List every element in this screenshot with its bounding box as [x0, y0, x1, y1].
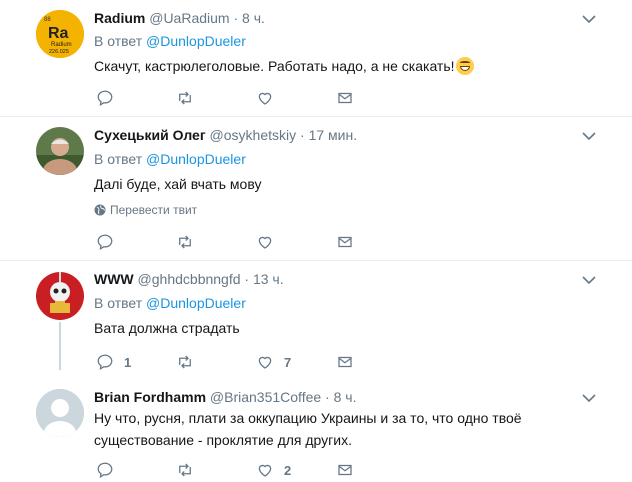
radium-element-icon: 88 Ra Radium 226.025 — [36, 10, 84, 58]
tweet-actions — [96, 88, 366, 108]
like-button[interactable]: 7 — [256, 352, 291, 372]
like-button[interactable] — [256, 88, 284, 108]
separator-dot: · — [300, 127, 305, 143]
separator-dot: · — [233, 10, 239, 26]
retweet-icon — [179, 235, 191, 249]
direct-message-button[interactable] — [336, 460, 354, 480]
tweet-brian351coffee[interactable]: Brian Fordhamm @Brian351Coffee · 8 ч. Ну… — [0, 381, 632, 482]
reply-button[interactable]: 1 — [96, 352, 131, 372]
author-handle[interactable]: @UaRadium — [149, 10, 229, 26]
timestamp[interactable]: 13 ч. — [253, 271, 284, 287]
tweet-ghhdcbbnngfd[interactable]: WWW @ghhdcbbnngfd · 13 ч. В ответ @Dunlo… — [0, 261, 632, 381]
reply-to-link[interactable]: @DunlopDueler — [146, 295, 246, 311]
author-name[interactable]: Brian Fordhamm — [94, 389, 206, 405]
like-button[interactable]: 2 — [256, 460, 291, 480]
reply-icon — [97, 354, 113, 370]
direct-message-button[interactable] — [336, 232, 354, 252]
grinning-emoji-icon — [455, 57, 474, 75]
skull-avatar-icon — [36, 272, 84, 320]
reply-prefix: В ответ — [94, 151, 143, 167]
translate-tweet-link[interactable]: Перевести твит — [94, 203, 197, 217]
author-handle[interactable]: @Brian351Coffee — [210, 389, 321, 405]
like-icon — [258, 356, 272, 369]
svg-text:88: 88 — [44, 17, 51, 23]
reply-context: В ответ @DunlopDueler — [94, 295, 246, 311]
like-count: 7 — [284, 354, 292, 370]
svg-text:226.025: 226.025 — [49, 49, 69, 55]
globe-icon — [94, 204, 106, 216]
like-count: 2 — [284, 462, 292, 478]
caret-down-icon[interactable] — [582, 131, 596, 141]
like-icon — [258, 92, 272, 105]
default-avatar-icon — [36, 389, 84, 437]
avatar-osykhetskiy[interactable] — [36, 127, 84, 175]
avatar-radium[interactable]: 88 Ra Radium 226.025 — [36, 10, 84, 58]
message-icon — [338, 236, 352, 248]
message-icon — [338, 356, 352, 368]
timestamp[interactable]: 8 ч. — [242, 10, 265, 26]
tweet-header: Radium @UaRadium · 8 ч. — [94, 10, 265, 26]
reply-to-link[interactable]: @DunlopDueler — [146, 151, 246, 167]
caret-down-icon[interactable] — [582, 393, 596, 403]
tweet-header: Brian Fordhamm @Brian351Coffee · 8 ч. — [94, 389, 356, 405]
retweet-button[interactable] — [176, 352, 204, 372]
reply-icon — [97, 462, 113, 478]
message-icon — [338, 92, 352, 104]
avatar-brian351coffee[interactable] — [36, 389, 84, 437]
reply-count: 1 — [124, 354, 132, 370]
message-icon — [338, 464, 352, 476]
reply-button[interactable] — [96, 232, 124, 252]
tweet-header: WWW @ghhdcbbnngfd · 13 ч. — [94, 271, 284, 287]
reply-icon — [97, 90, 113, 106]
author-handle[interactable]: @osykhetskiy — [210, 127, 297, 143]
tweet-text: Далі буде, хай вчать мову — [94, 176, 262, 192]
svg-text:Radium: Radium — [51, 42, 72, 48]
separator-dot: · — [244, 271, 250, 287]
direct-message-button[interactable] — [336, 352, 354, 372]
retweet-button[interactable] — [176, 460, 204, 480]
reply-button[interactable] — [96, 460, 124, 480]
person-photo-icon — [36, 127, 84, 175]
timestamp[interactable]: 8 ч. — [334, 389, 357, 405]
like-button[interactable] — [256, 232, 284, 252]
tweet-radium[interactable]: 88 Ra Radium 226.025 Radium @UaRadium · … — [0, 0, 632, 116]
like-icon — [258, 464, 272, 477]
retweet-button[interactable] — [176, 232, 204, 252]
caret-down-icon[interactable] — [582, 14, 596, 24]
svg-text:Ra: Ra — [48, 25, 69, 42]
reply-context: В ответ @DunlopDueler — [94, 33, 246, 49]
tweet-osykhetskiy[interactable]: Сухецький Олег @osykhetskiy · 17 мин. В … — [0, 117, 632, 260]
tweet-header: Сухецький Олег @osykhetskiy · 17 мин. — [94, 127, 357, 143]
separator-dot: · — [325, 389, 330, 405]
like-icon — [258, 236, 272, 249]
caret-down-icon[interactable] — [582, 275, 596, 285]
retweet-icon — [179, 355, 191, 369]
author-name[interactable]: Radium — [94, 10, 145, 26]
translate-label[interactable]: Перевести твит — [110, 203, 197, 217]
reply-button[interactable] — [96, 88, 124, 108]
tweet-text-content: Скачут, кастрюлеголовые. Работать надо, … — [94, 58, 455, 74]
tweet-actions — [96, 232, 366, 252]
author-handle[interactable]: @ghhdcbbnngfd — [138, 271, 241, 287]
tweet-text: Вата должна страдать — [94, 320, 240, 336]
tweet-actions: 2 — [96, 460, 366, 480]
reply-to-link[interactable]: @DunlopDueler — [146, 33, 246, 49]
retweet-icon — [179, 463, 191, 477]
direct-message-button[interactable] — [336, 88, 354, 108]
retweet-button[interactable] — [176, 88, 204, 108]
retweet-icon — [179, 91, 191, 105]
reply-prefix: В ответ — [94, 33, 143, 49]
tweet-replies-feed: 88 Ra Radium 226.025 Radium @UaRadium · … — [0, 0, 632, 482]
author-name[interactable]: Сухецький Олег — [94, 127, 206, 143]
reply-icon — [97, 234, 113, 250]
avatar-ghhdcbbnngfd[interactable] — [36, 272, 84, 320]
reply-context: В ответ @DunlopDueler — [94, 151, 246, 167]
tweet-actions: 1 7 — [96, 352, 366, 372]
tweet-text: Скачут, кастрюлеголовые. Работать надо, … — [94, 55, 594, 77]
author-name[interactable]: WWW — [94, 271, 134, 287]
timestamp[interactable]: 17 мин. — [309, 127, 358, 143]
reply-prefix: В ответ — [94, 295, 143, 311]
tweet-text: Ну что, русня, плати за оккупацию Украин… — [94, 410, 522, 448]
